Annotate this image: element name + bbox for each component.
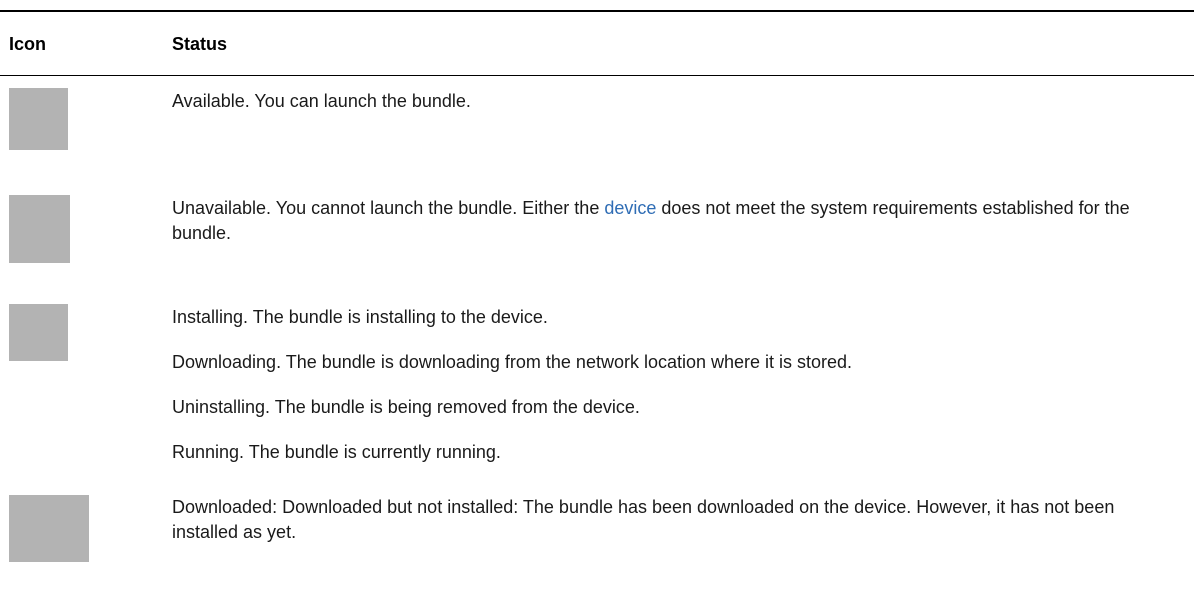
table-header-rule — [0, 75, 1194, 76]
device-link[interactable]: device — [604, 198, 656, 218]
status-description: Available. You can launch the bundle. — [172, 91, 471, 111]
status-cell: Unavailable. You cannot launch the bundl… — [172, 196, 1182, 246]
status-table: Icon Status Available. You can launch th… — [0, 10, 1194, 562]
status-cell: Available. You can launch the bundle. — [172, 89, 1182, 114]
status-description: Downloaded: Downloaded but not installed… — [172, 497, 1115, 542]
unavailable-status-icon — [9, 195, 70, 263]
status-column-header: Status — [172, 34, 228, 54]
status-text-part: Unavailable. You cannot launch the bundl… — [172, 198, 605, 218]
downloaded-status-icon — [9, 495, 89, 562]
status-description: Installing. The bundle is installing to … — [172, 307, 548, 327]
status-description: Unavailable. You cannot launch the bundl… — [172, 196, 1142, 246]
table-header-row: Icon Status — [0, 12, 1194, 75]
status-description: Running. The bundle is currently running… — [172, 442, 501, 462]
status-cell: Downloaded: Downloaded but not installed… — [172, 495, 1182, 545]
status-cell: Installing. The bundle is installing to … — [172, 305, 1182, 465]
status-description: Uninstalling. The bundle is being remove… — [172, 397, 640, 417]
available-status-icon — [9, 88, 68, 150]
status-description: Downloading. The bundle is downloading f… — [172, 352, 853, 372]
icon-column-header: Icon — [9, 34, 47, 54]
in-progress-status-icon — [9, 304, 68, 361]
